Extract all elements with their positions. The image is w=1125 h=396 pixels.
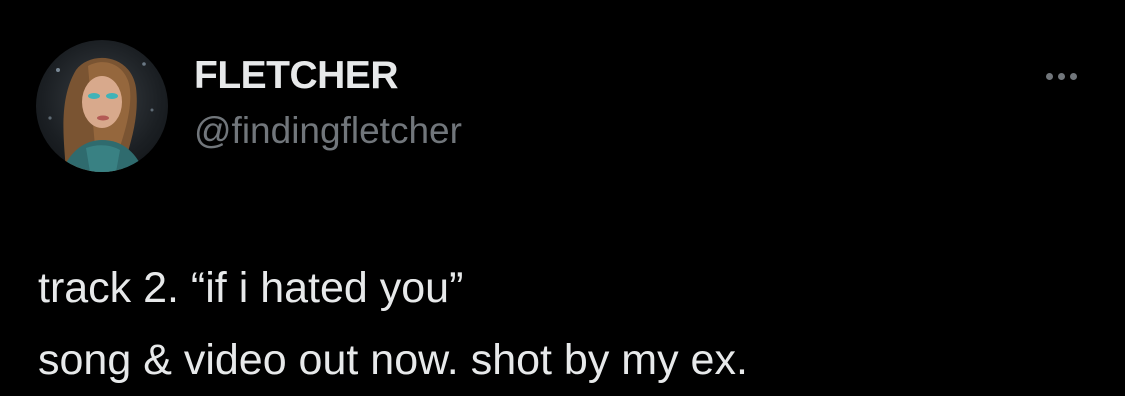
user-handle[interactable]: @findingfletcher — [194, 110, 462, 152]
more-options-button[interactable] — [1036, 62, 1086, 90]
tweet-text-line: song & video out now. shot by my ex. — [38, 336, 748, 384]
avatar[interactable] — [36, 40, 168, 172]
tweet-card: FLETCHER @findingfletcher track 2. “if i… — [0, 0, 1125, 389]
tweet-text-line: track 2. “if i hated you” — [38, 264, 464, 312]
more-options-icon — [1069, 72, 1077, 80]
more-options-icon — [1045, 72, 1053, 80]
more-options-icon — [1057, 72, 1065, 80]
display-name[interactable]: FLETCHER — [194, 54, 399, 98]
profile-photo-icon — [48, 57, 154, 172]
tweet-body: track 2. “if i hated you” song & video o… — [38, 252, 748, 396]
